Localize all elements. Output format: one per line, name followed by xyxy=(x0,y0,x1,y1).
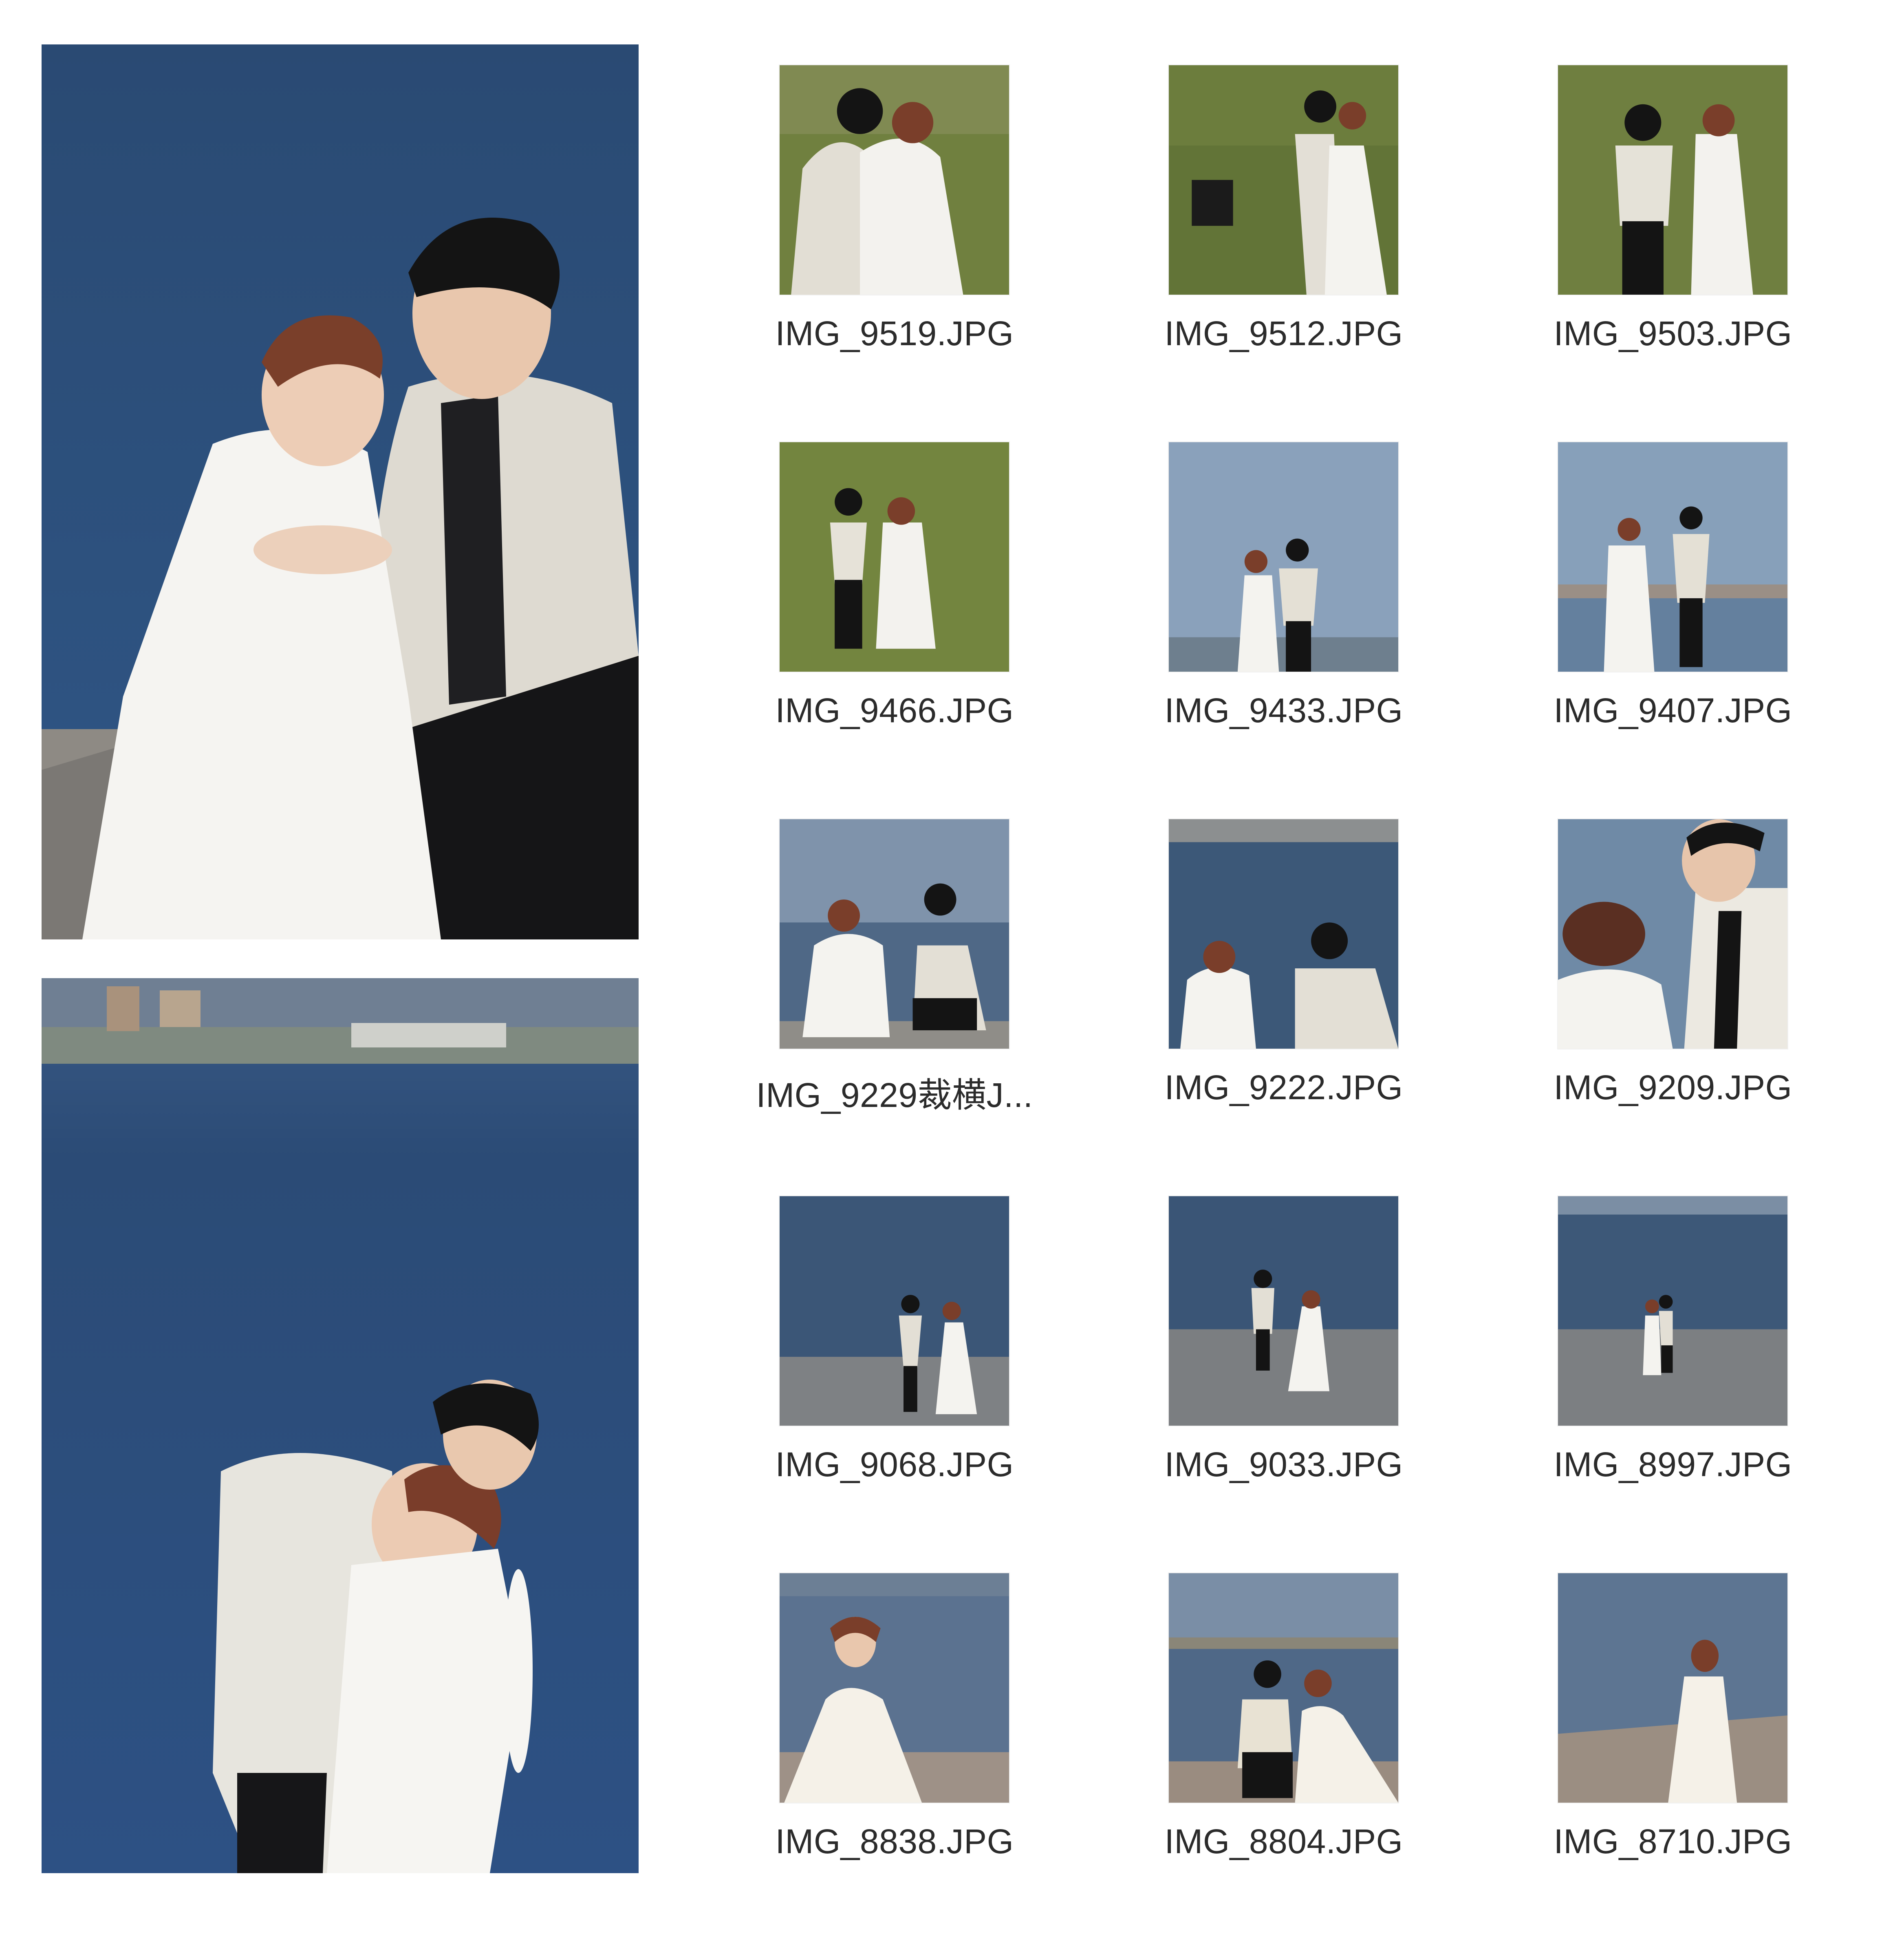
file-tile[interactable]: IMG_8838.JPG xyxy=(713,1573,1064,1940)
file-tile[interactable]: IMG_9512.JPG xyxy=(1102,65,1453,432)
file-tile[interactable]: IMG_9433.JPG xyxy=(1102,442,1453,809)
file-thumbnail[interactable] xyxy=(780,819,1009,1049)
file-name: IMG_8804.JPG xyxy=(1164,1822,1403,1861)
file-tile[interactable]: IMG_9068.JPG xyxy=(713,1196,1064,1563)
file-name: IMG_9209.JPG xyxy=(1554,1068,1792,1107)
file-name: IMG_9033.JPG xyxy=(1164,1445,1403,1484)
file-thumbnail[interactable] xyxy=(780,1196,1009,1426)
file-thumbnail[interactable] xyxy=(1558,819,1787,1049)
file-thumbnail[interactable] xyxy=(1169,1196,1398,1426)
file-thumbnail[interactable] xyxy=(780,65,1009,295)
file-thumbnail[interactable] xyxy=(1558,65,1787,295)
file-name: IMG_8838.JPG xyxy=(775,1822,1014,1861)
file-thumbnail[interactable] xyxy=(780,1573,1009,1803)
file-tile[interactable]: IMG_8710.JPG xyxy=(1492,1573,1842,1940)
file-thumbnail-grid: IMG_9519.JPG IMG_9512.JPG IMG_9503.JPG I… xyxy=(713,65,1895,1891)
file-name: IMG_9519.JPG xyxy=(775,314,1014,353)
file-tile[interactable]: IMG_9407.JPG xyxy=(1492,442,1842,809)
file-name: IMG_9512.JPG xyxy=(1164,314,1403,353)
file-tile[interactable]: IMG_9222.JPG xyxy=(1102,819,1453,1186)
file-tile[interactable]: IMG_9466.JPG xyxy=(713,442,1064,809)
file-name: IMG_9433.JPG xyxy=(1164,691,1403,730)
file-tile[interactable]: IMG_8804.JPG xyxy=(1102,1573,1453,1940)
file-name: IMG_9068.JPG xyxy=(775,1445,1014,1484)
file-name: IMG_8997.JPG xyxy=(1554,1445,1792,1484)
file-thumbnail[interactable] xyxy=(780,442,1009,672)
file-tile[interactable]: IMG_9209.JPG xyxy=(1492,819,1842,1186)
file-name: IMG_9222.JPG xyxy=(1164,1068,1403,1107)
file-tile[interactable]: IMG_8997.JPG xyxy=(1492,1196,1842,1563)
file-thumbnail[interactable] xyxy=(1169,1573,1398,1803)
file-tile[interactable]: IMG_9229裁横J... xyxy=(713,819,1064,1186)
file-tile[interactable]: IMG_9033.JPG xyxy=(1102,1196,1453,1563)
file-name: IMG_9407.JPG xyxy=(1554,691,1792,730)
file-thumbnail[interactable] xyxy=(1169,442,1398,672)
file-thumbnail[interactable] xyxy=(1558,442,1787,672)
file-tile[interactable]: IMG_9519.JPG xyxy=(713,65,1064,432)
file-thumbnail[interactable] xyxy=(1169,819,1398,1049)
photo-preview-couple-embrace[interactable] xyxy=(42,978,639,1873)
file-thumbnail[interactable] xyxy=(1169,65,1398,295)
file-name: IMG_9466.JPG xyxy=(775,691,1014,730)
file-name: IMG_8710.JPG xyxy=(1554,1822,1792,1861)
file-name: IMG_9229裁横J... xyxy=(756,1076,1033,1114)
couple-embrace-image xyxy=(42,978,639,1873)
photo-preview-couple-sitting[interactable] xyxy=(42,44,639,939)
file-tile[interactable]: IMG_9503.JPG xyxy=(1492,65,1842,432)
file-name: IMG_9503.JPG xyxy=(1554,314,1792,353)
couple-sitting-image xyxy=(42,44,639,939)
file-thumbnail[interactable] xyxy=(1558,1573,1787,1803)
file-thumbnail[interactable] xyxy=(1558,1196,1787,1426)
